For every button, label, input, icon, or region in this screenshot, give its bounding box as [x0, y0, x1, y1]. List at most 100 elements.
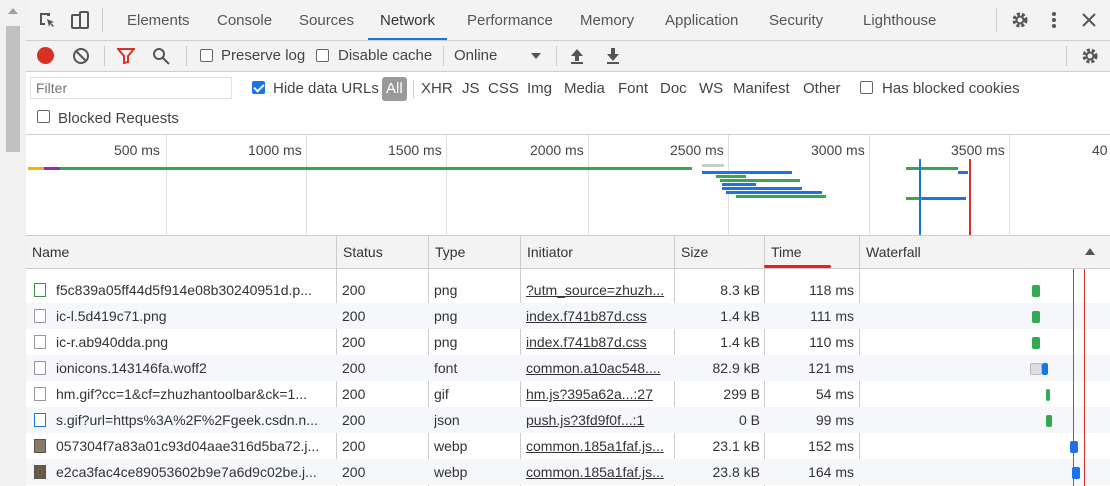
filter-type-manifest[interactable]: Manifest	[733, 80, 790, 97]
tab-network[interactable]: Network	[368, 0, 448, 40]
request-initiator-link[interactable]: hm.js?395a62a...:27	[526, 381, 672, 407]
request-time: 118 ms	[809, 282, 854, 298]
request-name[interactable]: ic-r.ab940dda.png	[56, 329, 334, 355]
request-initiator-link[interactable]: push.js?3fd9f0f...:1	[526, 407, 672, 433]
filter-input[interactable]	[30, 77, 232, 99]
table-row[interactable]: ic-l.5d419c71.png 200 png index.f741b87d…	[26, 303, 1110, 329]
request-name[interactable]: s.gif?url=https%3A%2F%2Fgeek.csdn.n...	[56, 407, 334, 433]
tab-application[interactable]: Application	[665, 0, 738, 40]
request-name[interactable]: hm.gif?cc=1&cf=zhuzhantoolbar&ck=1...	[56, 381, 334, 407]
filter-type-doc[interactable]: Doc	[660, 80, 687, 97]
image-file-icon	[34, 309, 46, 323]
export-har-icon[interactable]	[606, 47, 620, 65]
filter-type-css[interactable]: CSS	[488, 80, 519, 97]
table-row[interactable]: ionicons.143146fa.woff2 200 font common.…	[26, 355, 1110, 381]
hide-data-urls-checkbox[interactable]	[252, 81, 265, 94]
sort-ascending-icon[interactable]	[1085, 248, 1095, 255]
column-header-name[interactable]: Name	[26, 236, 336, 268]
tab-lighthouse[interactable]: Lighthouse	[863, 0, 936, 40]
has-blocked-cookies-label: Has blocked cookies	[882, 80, 1020, 97]
filter-type-other[interactable]: Other	[803, 80, 841, 97]
record-icon[interactable]	[37, 47, 54, 64]
request-size: 23.8 kB	[712, 464, 760, 480]
request-initiator-link[interactable]: index.f741b87d.css	[526, 303, 672, 329]
waterfall-bar	[1032, 311, 1040, 323]
inspect-element-icon[interactable]	[38, 11, 56, 29]
table-row[interactable]: ic-r.ab940dda.png 200 png index.f741b87d…	[26, 329, 1110, 355]
clear-icon[interactable]	[72, 47, 90, 65]
page-scrollbar[interactable]	[0, 0, 26, 486]
overview-bar	[722, 183, 756, 186]
filter-bar: Hide data URLs All XHR JS CSS Img Media …	[26, 72, 1110, 135]
tab-elements[interactable]: Elements	[127, 0, 190, 40]
network-overview-timeline[interactable]: 500 ms 1000 ms 1500 ms 2000 ms 2500 ms 3…	[26, 135, 1110, 236]
request-status: 200	[342, 282, 366, 298]
table-row[interactable]: hm.gif?cc=1&cf=zhuzhantoolbar&ck=1... 20…	[26, 381, 1110, 407]
request-initiator-link[interactable]: common.185a1faf.js...	[526, 433, 672, 459]
disable-cache-checkbox[interactable]	[316, 49, 329, 62]
tab-memory[interactable]: Memory	[580, 0, 634, 40]
waterfall-bar	[1046, 389, 1050, 401]
request-initiator-link[interactable]: ?utm_source=zhuzh...	[526, 277, 672, 303]
more-options-icon[interactable]	[1050, 11, 1058, 29]
table-row[interactable]	[26, 269, 1110, 277]
request-initiator-link[interactable]: common.a10ac548....	[526, 355, 672, 381]
request-initiator-link[interactable]: index.f741b87d.css	[526, 329, 672, 355]
chevron-down-icon[interactable]	[531, 53, 541, 59]
tick-label: 40	[1092, 142, 1108, 158]
search-icon[interactable]	[152, 47, 170, 65]
column-header-initiator[interactable]: Initiator	[520, 236, 674, 268]
tab-sources[interactable]: Sources	[299, 0, 354, 40]
throttling-select[interactable]: Online	[454, 47, 497, 64]
column-header-type[interactable]: Type	[428, 236, 520, 268]
request-name[interactable]: f5c839a05ff44d5f914e08b30240951d.p...	[56, 277, 334, 303]
separator	[104, 46, 105, 66]
request-name[interactable]: e2ca3fac4ce89053602b9e7a6d9c02be.j...	[56, 459, 334, 485]
table-row[interactable]: 057304f7a83a01c93d04aae316d5ba72.j... 20…	[26, 433, 1110, 459]
tab-console[interactable]: Console	[217, 0, 272, 40]
tick-line	[306, 135, 307, 235]
scroll-up-arrow-icon[interactable]	[8, 8, 18, 14]
table-row[interactable]: e2ca3fac4ce89053602b9e7a6d9c02be.j... 20…	[26, 459, 1110, 485]
column-header-waterfall[interactable]: Waterfall	[859, 236, 1110, 268]
waterfall-bar	[1042, 363, 1048, 375]
request-name[interactable]: ic-l.5d419c71.png	[56, 303, 334, 329]
filter-type-all[interactable]: All	[382, 77, 407, 101]
request-name[interactable]: 057304f7a83a01c93d04aae316d5ba72.j...	[56, 433, 334, 459]
filter-type-ws[interactable]: WS	[699, 80, 723, 97]
tab-security[interactable]: Security	[769, 0, 823, 40]
scrollbar-thumb[interactable]	[6, 26, 20, 152]
filter-type-media[interactable]: Media	[564, 80, 605, 97]
request-name[interactable]: ionicons.143146fa.woff2	[56, 355, 334, 381]
filter-type-xhr[interactable]: XHR	[421, 80, 453, 97]
tick-line	[446, 135, 447, 235]
filter-icon[interactable]	[117, 48, 135, 64]
column-header-status[interactable]: Status	[336, 236, 428, 268]
request-size: 1.4 kB	[720, 308, 760, 324]
request-time: 164 ms	[808, 464, 854, 480]
request-time: 110 ms	[809, 334, 854, 350]
table-row[interactable]: f5c839a05ff44d5f914e08b30240951d.p... 20…	[26, 277, 1110, 303]
filter-type-img[interactable]: Img	[527, 80, 552, 97]
import-har-icon[interactable]	[570, 47, 584, 65]
network-settings-gear-icon[interactable]	[1080, 46, 1100, 66]
settings-gear-icon[interactable]	[1010, 10, 1030, 30]
close-icon[interactable]	[1082, 13, 1096, 27]
has-blocked-cookies-checkbox[interactable]	[860, 81, 873, 94]
tab-performance[interactable]: Performance	[467, 0, 553, 40]
preserve-log-checkbox[interactable]	[200, 49, 213, 62]
device-toolbar-icon[interactable]	[70, 10, 90, 30]
column-header-size[interactable]: Size	[674, 236, 764, 268]
separator	[443, 46, 444, 66]
filter-type-font[interactable]: Font	[618, 80, 648, 97]
blocked-requests-checkbox[interactable]	[37, 110, 50, 123]
filter-type-js[interactable]: JS	[462, 80, 480, 97]
request-time: 99 ms	[815, 412, 854, 428]
blocked-requests-label: Blocked Requests	[58, 110, 179, 127]
request-initiator-link[interactable]: common.185a1faf.js...	[526, 459, 672, 485]
column-header-time[interactable]: Time	[764, 236, 859, 268]
separator	[413, 80, 414, 98]
table-row[interactable]: s.gif?url=https%3A%2F%2Fgeek.csdn.n... 2…	[26, 407, 1110, 433]
request-status: 200	[342, 464, 366, 480]
separator	[102, 8, 103, 32]
